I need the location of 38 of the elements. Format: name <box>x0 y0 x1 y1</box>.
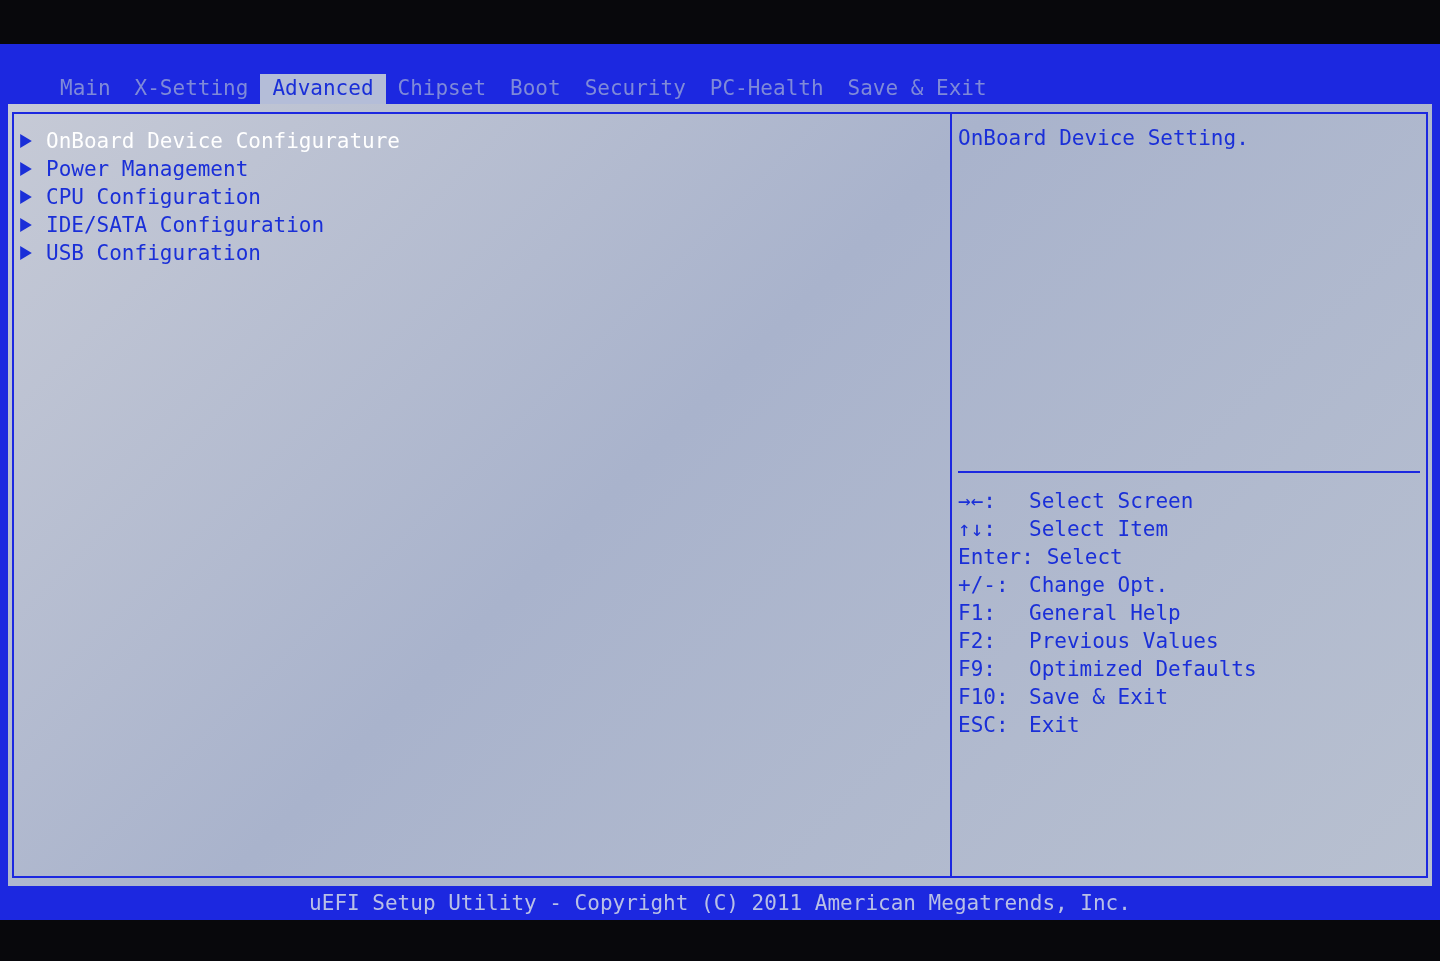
menu-item[interactable]: Power Management <box>46 157 249 181</box>
menu-item[interactable]: USB Configuration <box>46 241 261 265</box>
key-action: Select Screen <box>1029 488 1194 513</box>
copyright-text: uEFI Setup Utility - Copyright (C) 2011 American Megatrends, Inc. <box>309 891 1131 915</box>
key-label: F2: <box>958 628 997 653</box>
help-description: OnBoard Device Setting. <box>958 126 1250 152</box>
key-label: Enter: <box>958 544 1035 569</box>
key-label: F1: <box>958 600 997 625</box>
menu-tab[interactable]: Main <box>48 74 123 104</box>
triangle-icon <box>20 162 32 176</box>
key-label: +/-: <box>958 572 1010 597</box>
key-label: F9: <box>958 656 997 681</box>
key-label: ↑↓: <box>958 516 997 541</box>
key-label: →←: <box>958 488 997 513</box>
triangle-icon <box>20 218 32 232</box>
menu-item[interactable]: OnBoard Device Configurature <box>46 129 400 153</box>
triangle-icon <box>20 246 32 260</box>
menu-tab[interactable]: X-Setting <box>122 74 261 104</box>
menu-item[interactable]: IDE/SATA Configuration <box>46 213 325 237</box>
key-action: Select <box>1046 544 1123 569</box>
menu-tab[interactable]: Boot <box>498 74 573 104</box>
menu-tab[interactable]: PC-Health <box>697 74 836 104</box>
menu-tab[interactable]: Security <box>572 74 698 104</box>
key-label: ESC: <box>958 712 1010 737</box>
key-action: Exit <box>1029 712 1080 737</box>
key-action: Select Item <box>1029 516 1169 541</box>
triangle-icon <box>20 134 32 148</box>
menu-item[interactable]: CPU Configuration <box>46 185 261 209</box>
key-action: Previous Values <box>1029 628 1219 653</box>
menu-tab[interactable]: Advanced <box>260 74 386 104</box>
key-label: F10: <box>958 684 1010 709</box>
key-action: Save & Exit <box>1029 684 1169 709</box>
menu-tab[interactable]: Chipset <box>385 74 499 104</box>
key-action: Optimized Defaults <box>1029 656 1257 681</box>
key-action: General Help <box>1029 600 1181 625</box>
triangle-icon <box>20 190 32 204</box>
menu-tab[interactable]: Save & Exit <box>835 74 999 104</box>
key-action: Change Opt. <box>1029 572 1169 597</box>
